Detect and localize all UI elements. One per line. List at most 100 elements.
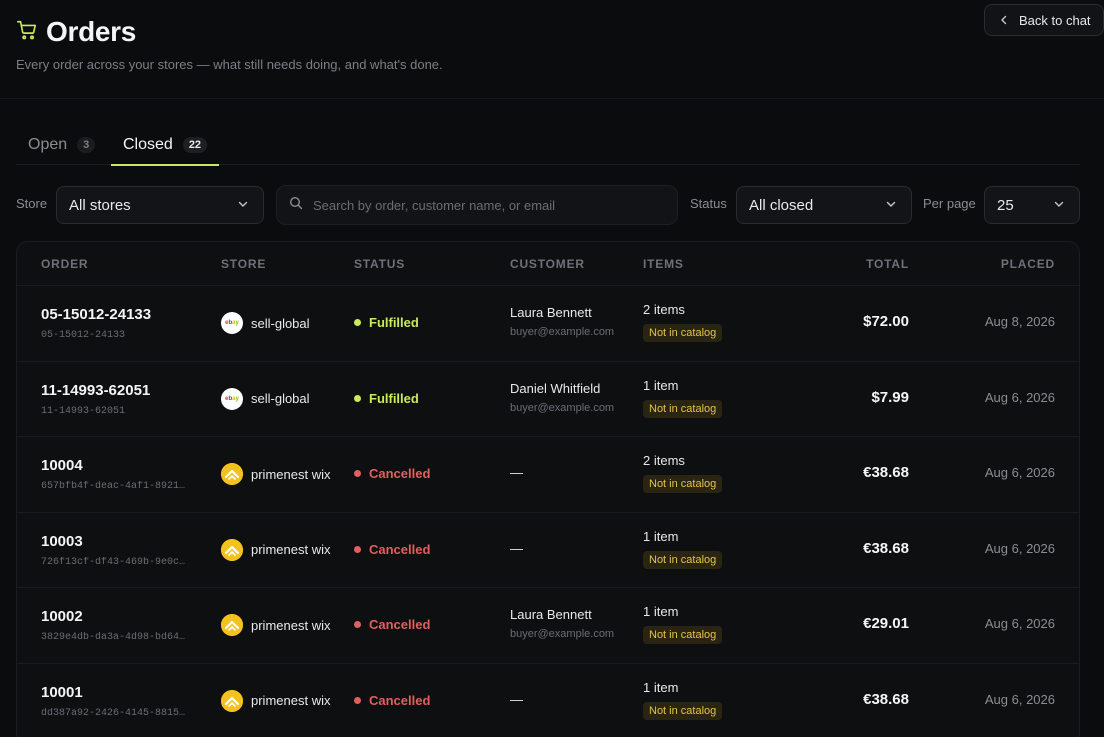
wix-store-logo-icon (221, 689, 243, 712)
order-number[interactable]: 10003 (41, 533, 83, 550)
order-external-id: 657bfb4f-deac-4af1-8921… (41, 481, 186, 493)
wix-store-logo-icon (221, 538, 243, 561)
search-icon (289, 196, 303, 215)
customer-name: Laura Bennett (510, 607, 592, 623)
column-order[interactable]: ORDER (41, 257, 88, 271)
status-badge: Fulfilled (354, 391, 419, 406)
store-name: primenest wix (251, 466, 331, 482)
items-count: 2 items (643, 302, 685, 317)
status-dot-icon (354, 545, 361, 553)
customer-email: buyer@example.com (510, 401, 615, 414)
not-in-catalog-badge: Not in catalog (643, 626, 723, 645)
status-label: Cancelled (369, 692, 431, 708)
store-name: primenest wix (251, 542, 331, 558)
status-badge: Cancelled (354, 542, 430, 557)
store-cell: primenest wix (221, 463, 331, 486)
ebay-store-logo-icon: ebay (221, 387, 243, 410)
order-number[interactable]: 10001 (41, 684, 83, 701)
items-count: 1 item (643, 377, 679, 393)
orders-page: Orders Every order across your stores — … (0, 0, 1104, 737)
order-external-id: 3829e4db-da3a-4d98-bd64… (41, 632, 186, 644)
column-items[interactable]: ITEMS (643, 257, 684, 271)
customer-email: buyer@example.com (510, 326, 615, 338)
customer-name: Laura Bennett (510, 305, 592, 320)
status-label: Cancelled (369, 466, 431, 482)
status-label: Fulfilled (369, 390, 419, 406)
not-in-catalog-badge: Not in catalog (643, 475, 723, 494)
store-select[interactable]: All stores (56, 186, 264, 224)
chevron-down-icon (237, 197, 249, 214)
order-total: €38.68 (863, 539, 909, 557)
order-external-id: dd387a92-2426-4145-8815… (41, 707, 186, 719)
order-external-id: 05-15012-24133 (41, 330, 126, 341)
tab-closed-label: Closed (123, 136, 173, 153)
table-header: ORDER STORE STATUS CUSTOMER ITEMS TOTAL … (17, 242, 1079, 286)
customer-email: buyer@example.com (510, 628, 615, 641)
order-placed-date: Aug 6, 2026 (984, 691, 1055, 707)
tab-closed[interactable]: Closed 22 (111, 125, 220, 166)
order-total: €38.68 (863, 690, 909, 708)
search-input[interactable] (313, 197, 663, 213)
order-number[interactable]: 05-15012-24133 (41, 306, 151, 323)
order-external-id: 726f13cf-df43-469b-9e0c… (41, 556, 186, 568)
orders-table: ORDER STORE STATUS CUSTOMER ITEMS TOTAL … (16, 241, 1080, 737)
items-count: 1 item (643, 679, 679, 695)
back-to-chat-label: Back to chat (1019, 12, 1091, 28)
header-divider (0, 98, 1104, 99)
customer-name: Daniel Whitfield (510, 380, 601, 396)
tab-open[interactable]: Open 3 (28, 125, 96, 165)
column-customer[interactable]: CUSTOMER (510, 257, 585, 271)
order-number[interactable]: 10004 (41, 457, 83, 474)
table-row[interactable]: 10004 657bfb4f-deac-4af1-8921… primenest w… (17, 437, 1079, 513)
status-label: Cancelled (369, 617, 431, 633)
store-name: primenest wix (251, 617, 331, 633)
order-number[interactable]: 10002 (41, 608, 83, 625)
tab-closed-count: 22 (182, 137, 208, 153)
order-total: $7.99 (871, 388, 909, 406)
customer-name: — (510, 540, 523, 556)
table-body: 05-15012-24133 05-15012-24133 ebay sell-glo… (17, 286, 1079, 737)
status-label: Cancelled (369, 541, 431, 557)
wix-store-logo-icon (221, 463, 243, 486)
tab-bar: Open 3 Closed 22 (16, 125, 1080, 166)
order-external-id: 11-14993-62051 (41, 405, 126, 417)
column-placed[interactable]: PLACED (1001, 257, 1055, 271)
not-in-catalog-badge: Not in catalog (643, 701, 723, 720)
not-in-catalog-badge: Not in catalog (643, 324, 723, 342)
table-row[interactable]: 10001 dd387a92-2426-4145-8815… primenest w… (17, 664, 1079, 737)
column-store[interactable]: STORE (221, 257, 266, 271)
per-page-value: 25 (997, 196, 1014, 214)
table-row[interactable]: 10003 726f13cf-df43-469b-9e0c… primenest w… (17, 513, 1079, 589)
per-page-label: Per page (923, 196, 976, 211)
order-placed-date: Aug 6, 2026 (984, 616, 1055, 632)
store-select-value: All stores (69, 196, 131, 214)
store-name: primenest wix (251, 693, 331, 709)
page-title: Orders (46, 16, 137, 47)
status-badge: Fulfilled (354, 315, 419, 330)
cart-icon (16, 19, 38, 46)
status-select[interactable]: All closed (736, 186, 912, 224)
store-cell: primenest wix (221, 614, 331, 637)
table-row[interactable]: 11-14993-62051 11-14993-62051 ebay sell-glo… (17, 362, 1079, 438)
ebay-store-logo-icon: ebay (221, 312, 243, 334)
back-to-chat-button[interactable]: Back to chat (984, 4, 1104, 36)
column-status[interactable]: STATUS (354, 257, 405, 271)
status-dot-icon (354, 319, 361, 326)
table-row[interactable]: 05-15012-24133 05-15012-24133 ebay sell-glo… (17, 286, 1079, 362)
table-row[interactable]: 10002 3829e4db-da3a-4d98-bd64… primenest w… (17, 588, 1079, 664)
tab-open-count: 3 (77, 137, 96, 153)
store-cell: ebay sell-global (221, 312, 310, 334)
items-count: 1 item (643, 528, 679, 544)
order-number[interactable]: 11-14993-62051 (41, 382, 150, 399)
order-placed-date: Aug 6, 2026 (984, 540, 1055, 556)
column-total[interactable]: TOTAL (866, 257, 909, 271)
status-badge: Cancelled (354, 466, 430, 481)
store-name: sell-global (251, 315, 310, 331)
not-in-catalog-badge: Not in catalog (643, 399, 723, 418)
order-total: €38.68 (863, 464, 909, 482)
status-label: Fulfilled (369, 315, 419, 330)
store-cell: primenest wix (221, 538, 331, 561)
search-box (276, 185, 678, 225)
per-page-select[interactable]: 25 (984, 186, 1080, 224)
customer-name: — (510, 465, 523, 481)
